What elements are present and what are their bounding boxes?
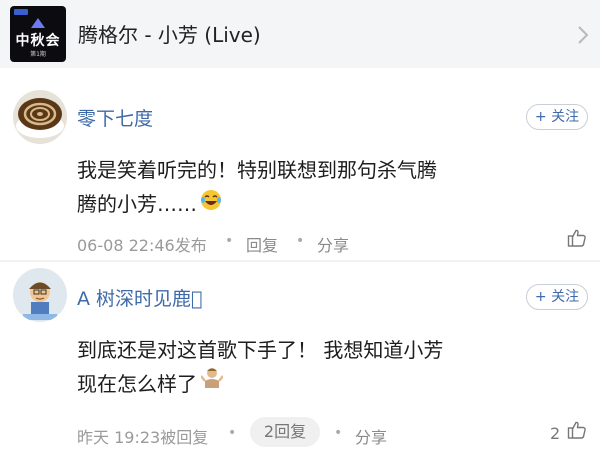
username[interactable]: 零下七度 xyxy=(77,104,153,131)
reply-count-button[interactable]: 2回复 xyxy=(250,417,320,447)
comment-text-line: 现在怎么样了 xyxy=(77,372,197,396)
comment-item: 零下七度 + 关注 我是笑着听完的！特别联想到那句杀气腾 腾的小芳…… 06-0… xyxy=(0,82,600,260)
avatar[interactable] xyxy=(13,268,67,322)
separator-dot: • xyxy=(225,233,234,249)
separator-dot: • xyxy=(334,425,343,441)
thumbs-up-icon[interactable] xyxy=(567,228,587,248)
album-title-text: 中秋会 xyxy=(15,33,61,49)
like-count: 2 xyxy=(550,424,561,443)
comment-time: 昨天 19:23被回复 xyxy=(77,428,209,447)
username[interactable]: A 树深时见鹿  xyxy=(77,284,202,311)
separator-dot: • xyxy=(296,233,305,249)
share-button[interactable]: 分享 xyxy=(355,424,387,448)
comment-text-line: 到底还是对这首歌下手了！ 我想知道小芳 xyxy=(77,338,444,362)
reply-button[interactable]: 回复 xyxy=(246,232,278,256)
thumbs-up-icon[interactable] xyxy=(567,420,587,440)
song-header[interactable]: 中秋会 第1期 腾格尔 - 小芳 (Live) xyxy=(0,0,600,68)
laughing-tears-emoji-icon xyxy=(201,190,221,210)
shrug-emoji-icon xyxy=(201,368,223,388)
comment-time: 06-08 22:46发布 xyxy=(77,236,207,255)
follow-button[interactable]: + 关注 xyxy=(526,284,588,310)
album-logo-mark xyxy=(31,18,45,28)
avatar[interactable] xyxy=(13,90,67,144)
chevron-right-icon[interactable] xyxy=(576,24,590,46)
album-badge xyxy=(14,9,28,15)
follow-button[interactable]: + 关注 xyxy=(526,104,588,130)
separator-dot: • xyxy=(228,425,237,441)
comment-text-line: 我是笑着听完的！特别联想到那句杀气腾 xyxy=(77,158,437,182)
comment-text-line: 腾的小芳…… xyxy=(77,192,197,216)
comment-item: A 树深时见鹿  + 关注 到底还是对这首歌下手了！ 我想知道小芳 现在怎么样了… xyxy=(0,262,600,460)
album-episode-text: 第1期 xyxy=(30,51,46,58)
share-button[interactable]: 分享 xyxy=(317,232,349,256)
song-title: 腾格尔 - 小芳 (Live) xyxy=(78,23,261,47)
album-cover: 中秋会 第1期 xyxy=(10,6,66,62)
